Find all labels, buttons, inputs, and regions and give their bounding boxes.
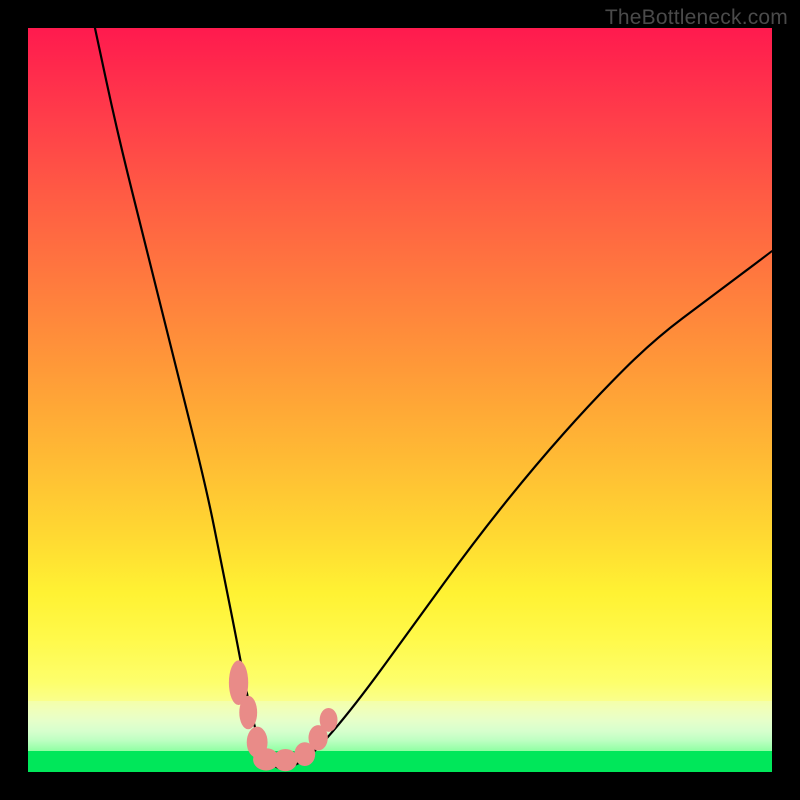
bottleneck-curve [95, 28, 772, 768]
curve-marker [274, 749, 298, 771]
curve-layer [28, 28, 772, 772]
plot-area [28, 28, 772, 772]
curve-markers-group [229, 660, 338, 771]
chart-frame: TheBottleneck.com [0, 0, 800, 800]
branding-watermark: TheBottleneck.com [605, 6, 788, 30]
curve-marker [239, 696, 257, 729]
curve-marker [320, 708, 338, 732]
